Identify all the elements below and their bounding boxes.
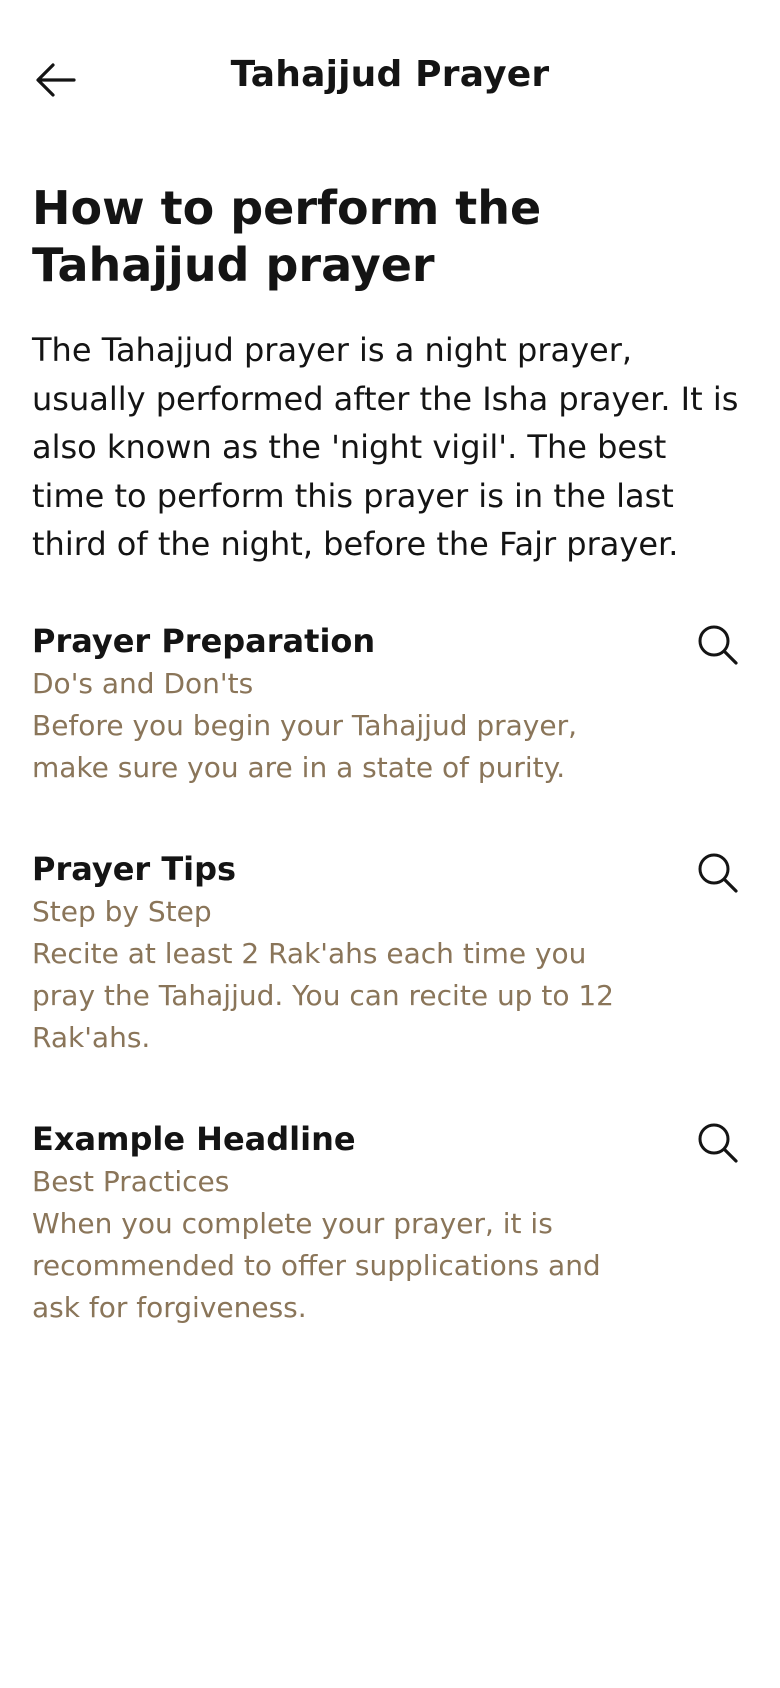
section-subtitle: Step by Step [32,894,212,928]
article-intro: The Tahajjud prayer is a night prayer, u… [32,331,739,563]
section-example-headline[interactable]: Example Headline Best Practices When you… [32,1117,748,1329]
section-title: Prayer Preparation [32,621,376,660]
top-app-bar: Tahajjud Prayer [0,0,780,160]
section-body: When you complete your prayer, it is rec… [32,1206,601,1324]
section-subtitle: Do's and Don'ts [32,666,254,700]
section-title: Prayer Tips [32,849,237,888]
section-prayer-tips[interactable]: Prayer Tips Step by Step Recite at least… [32,847,748,1059]
search-button[interactable] [692,847,744,899]
section-prayer-preparation[interactable]: Prayer Preparation Do's and Don'ts Befor… [32,619,748,789]
section-body: Recite at least 2 Rak'ahs each time you … [32,936,614,1054]
section-title: Example Headline [32,1119,356,1158]
search-button[interactable] [692,1117,744,1169]
search-icon [698,853,738,893]
search-button[interactable] [692,619,744,671]
search-icon [698,1123,738,1163]
article-content: How to perform the Tahajjud prayer The T… [32,180,748,1329]
section-subtitle: Best Practices [32,1164,230,1198]
article-headline: How to perform the Tahajjud prayer [32,181,542,292]
section-body: Before you begin your Tahajjud prayer, m… [32,708,578,784]
screen-title: Tahajjud Prayer [230,54,550,95]
search-icon [698,625,738,665]
